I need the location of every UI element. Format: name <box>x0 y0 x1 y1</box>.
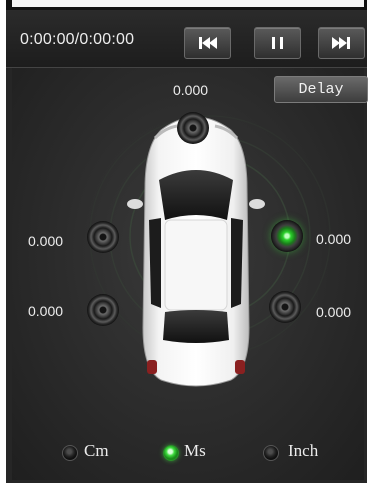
delay-button[interactable]: Delay <box>274 76 368 103</box>
front-left-value: 0.000 <box>28 233 64 249</box>
top-channel-value: 0.000 <box>173 82 209 98</box>
unit-cm-label[interactable]: Cm <box>84 441 109 461</box>
front-right-value: 0.000 <box>316 231 352 247</box>
front-right-speaker[interactable] <box>271 220 303 252</box>
rear-right-value: 0.000 <box>316 304 352 320</box>
unit-inch-label[interactable]: Inch <box>288 441 318 461</box>
rear-left-speaker[interactable] <box>87 294 119 326</box>
front-left-speaker[interactable] <box>87 221 119 253</box>
unit-inch-radio[interactable] <box>263 445 279 461</box>
unit-ms-radio[interactable] <box>163 445 179 461</box>
car-top-view <box>127 116 265 387</box>
top-speaker[interactable] <box>177 112 209 144</box>
unit-cm-radio[interactable] <box>62 445 78 461</box>
rear-left-value: 0.000 <box>28 303 64 319</box>
rear-right-speaker[interactable] <box>269 291 301 323</box>
unit-ms-label[interactable]: Ms <box>184 441 206 461</box>
